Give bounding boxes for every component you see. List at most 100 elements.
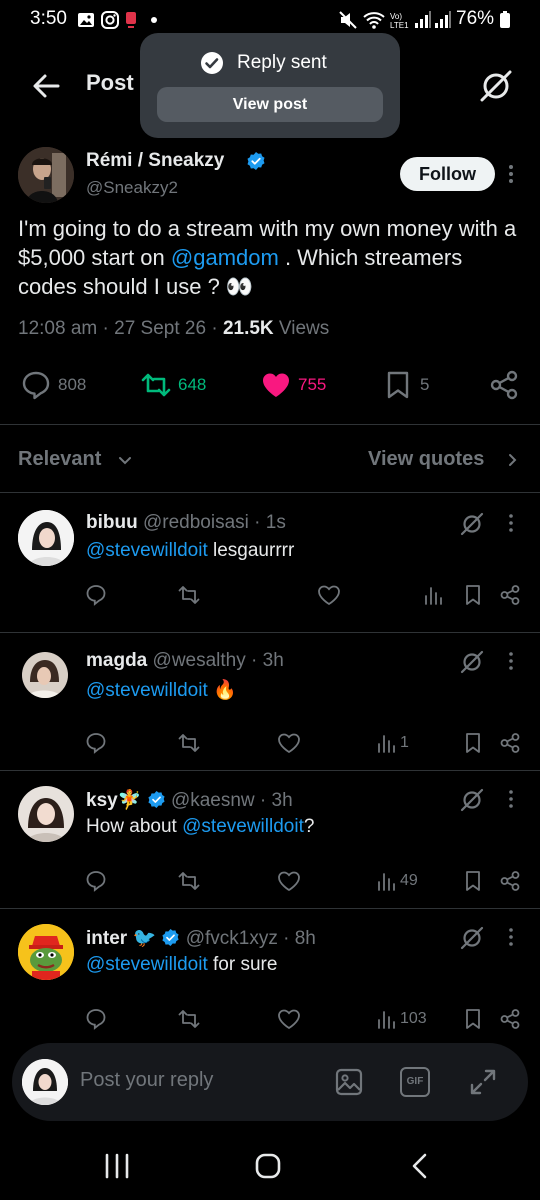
repost-button[interactable]: 648 (140, 369, 220, 401)
views-count[interactable]: 21.5K (223, 318, 274, 339)
views-button[interactable]: 1 (376, 732, 409, 754)
reply-icon[interactable] (85, 870, 107, 892)
expand-icon[interactable] (468, 1067, 498, 1097)
chevron-down-icon (119, 457, 131, 465)
grok-icon[interactable] (458, 648, 486, 676)
reply-text: @stevewilldoit 🔥 (86, 680, 237, 701)
gif-icon[interactable]: GIF (400, 1067, 430, 1097)
signal-icon (435, 11, 451, 28)
reply-input[interactable]: Post your reply (80, 1069, 213, 1092)
mute-icon (339, 11, 357, 29)
reply-item[interactable]: bibuu @redboisasi · 1s @stevewilldoit le… (0, 494, 540, 632)
chevron-right-icon (509, 454, 517, 466)
heart-icon[interactable] (277, 870, 301, 892)
bookmark-count: 5 (420, 375, 430, 394)
reply-text: @stevewilldoit lesgaurrrr (86, 540, 295, 561)
reply-actions (0, 584, 540, 614)
dot-icon (151, 17, 157, 23)
grok-icon[interactable] (476, 66, 516, 106)
reply-item[interactable]: inter 🐦 @fvck1xyz · 8h @stevewilldoit fo… (0, 908, 540, 1046)
views-button[interactable]: 103 (376, 1008, 427, 1030)
reply-handle[interactable]: @redboisasi (143, 512, 249, 533)
reply-avatar[interactable] (18, 786, 74, 842)
mention-link[interactable]: @stevewilldoit (86, 540, 208, 561)
mention-link[interactable]: @stevewilldoit (86, 680, 208, 701)
reply-author-name[interactable]: ksy (86, 790, 118, 811)
bookmark-icon[interactable] (463, 732, 483, 754)
recents-icon[interactable] (104, 1152, 130, 1180)
views-count: 103 (400, 1010, 427, 1027)
mention-link[interactable]: @stevewilldoit (182, 816, 304, 837)
share-icon[interactable] (499, 584, 521, 606)
reply-avatar[interactable] (18, 510, 74, 566)
repost-icon[interactable] (177, 1008, 201, 1030)
grok-icon[interactable] (458, 786, 486, 814)
gif-label: GIF (406, 1076, 424, 1087)
bookmark-icon[interactable] (463, 1008, 483, 1030)
share-icon[interactable] (499, 1008, 521, 1030)
sort-relevant-dropdown[interactable]: Relevant (18, 448, 101, 471)
more-options-icon[interactable] (505, 926, 517, 948)
mention-link[interactable]: @stevewilldoit (86, 954, 208, 975)
author-name[interactable]: Rémi / Sneakzy (86, 150, 224, 172)
reply-author-name[interactable]: bibuu (86, 512, 138, 533)
reply-author-name[interactable]: inter (86, 928, 127, 949)
heart-icon[interactable] (317, 584, 341, 606)
reply-actions: 103 (0, 1008, 540, 1038)
bookmark-button[interactable]: 5 (382, 369, 442, 401)
post-date: 27 Sept 26 (114, 318, 207, 339)
repost-icon[interactable] (177, 732, 201, 754)
back-icon[interactable] (408, 1152, 432, 1180)
arrow-left-icon[interactable] (28, 68, 64, 104)
views-button[interactable]: 49 (376, 870, 418, 892)
author-handle[interactable]: @Sneakzy2 (86, 178, 178, 198)
view-quotes-link[interactable]: View quotes (368, 448, 484, 471)
author-avatar[interactable] (18, 147, 74, 203)
repost-icon[interactable] (177, 584, 201, 606)
reply-actions: 49 (0, 870, 540, 900)
home-icon[interactable] (253, 1152, 283, 1180)
reply-handle[interactable]: @fvck1xyz (186, 928, 278, 949)
views-button[interactable] (423, 584, 443, 606)
grok-icon[interactable] (458, 510, 486, 538)
view-post-button[interactable]: View post (157, 87, 383, 122)
more-options-icon[interactable] (505, 788, 517, 810)
image-icon[interactable] (334, 1067, 364, 1097)
bookmark-icon[interactable] (463, 870, 483, 892)
reply-button[interactable]: 808 (20, 369, 100, 401)
repost-icon[interactable] (177, 870, 201, 892)
share-icon[interactable] (499, 870, 521, 892)
more-options-icon[interactable] (503, 162, 519, 186)
reply-avatar[interactable] (22, 652, 68, 698)
reply-composer[interactable]: Post your reply GIF (12, 1043, 528, 1121)
share-icon[interactable] (499, 732, 521, 754)
like-button[interactable]: 755 (260, 369, 340, 401)
reply-avatar[interactable] (18, 924, 74, 980)
repost-count: 648 (178, 375, 207, 394)
share-icon[interactable] (488, 369, 520, 401)
more-options-icon[interactable] (505, 650, 517, 672)
reply-count: 808 (58, 375, 87, 394)
reply-time: 3h (262, 650, 284, 671)
reply-item[interactable]: ksy🧚 @kaesnw · 3h How about @stevewilldo… (0, 770, 540, 908)
page-title: Post (86, 70, 134, 95)
grok-icon[interactable] (458, 924, 486, 952)
follow-button[interactable]: Follow (400, 157, 495, 191)
reply-handle[interactable]: @wesalthy (153, 650, 246, 671)
reply-icon[interactable] (85, 1008, 107, 1030)
reply-actions: 1 (0, 732, 540, 762)
more-options-icon[interactable] (505, 512, 517, 534)
reply-icon[interactable] (85, 584, 107, 606)
reply-author-name[interactable]: magda (86, 650, 147, 671)
mention-link[interactable]: @gamdom (171, 245, 279, 270)
bookmark-icon[interactable] (463, 584, 483, 606)
reply-sent-toast: Reply sent View post (140, 33, 400, 138)
reply-item[interactable]: magda @wesalthy · 3h @stevewilldoit 🔥 1 (0, 632, 540, 770)
views-count: 49 (400, 872, 418, 889)
battery-icon (500, 11, 510, 28)
reply-handle[interactable]: @kaesnw (171, 790, 255, 811)
like-count: 755 (298, 375, 327, 394)
heart-icon[interactable] (277, 1008, 301, 1030)
heart-icon[interactable] (277, 732, 301, 754)
reply-icon[interactable] (85, 732, 107, 754)
